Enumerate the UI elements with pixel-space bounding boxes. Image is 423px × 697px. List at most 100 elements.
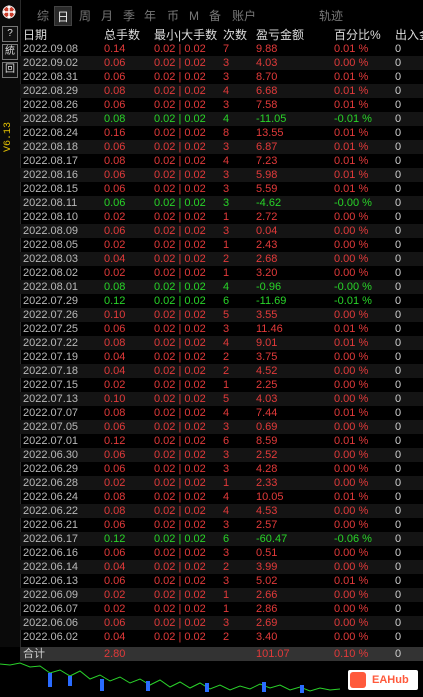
row-min-max-lots: 0.02 | 0.02 bbox=[154, 99, 206, 111]
row-total-lots: 0.08 bbox=[104, 113, 126, 125]
row-date: 2022.08.31 bbox=[23, 71, 79, 83]
row-total-lots: 0.06 bbox=[104, 197, 126, 209]
table-row: 2022.08.05 0.02 0.02 | 0.02 1 2.43 0.00 % 0 bbox=[20, 238, 423, 252]
row-count: 3 bbox=[223, 449, 230, 461]
row-min-max-lots: 0.02 | 0.02 bbox=[154, 575, 206, 587]
row-percent: 0.00 % bbox=[334, 239, 369, 251]
row-percent: -0.01 % bbox=[334, 295, 372, 307]
row-profit-loss: 7.58 bbox=[256, 99, 278, 111]
table-row: 2022.08.18 0.06 0.02 | 0.02 3 6.87 0.01 % 0 bbox=[20, 140, 423, 154]
row-date: 2022.07.22 bbox=[23, 337, 79, 349]
row-min-max-lots: 0.02 | 0.02 bbox=[154, 71, 206, 83]
row-profit-loss: 4.52 bbox=[256, 365, 278, 377]
row-count: 2 bbox=[223, 365, 230, 377]
header-total-lots: 总手数 bbox=[104, 28, 141, 42]
header-date: 日期 bbox=[23, 28, 48, 42]
table-row: 2022.08.03 0.04 0.02 | 0.02 2 2.68 0.00 % 0 bbox=[20, 252, 423, 266]
row-percent: 0.00 % bbox=[334, 57, 369, 69]
table-row: 2022.06.22 0.08 0.02 | 0.02 4 4.53 0.00 % 0 bbox=[20, 504, 423, 518]
table-row: 2022.08.11 0.06 0.02 | 0.02 3 -4.62 -0.00 % 0 bbox=[20, 196, 423, 210]
row-count: 1 bbox=[223, 477, 230, 489]
table-row: 2022.06.09 0.02 0.02 | 0.02 1 2.66 0.00 % 0 bbox=[20, 588, 423, 602]
tab-0[interactable]: 综 bbox=[34, 6, 52, 26]
row-count: 4 bbox=[223, 155, 230, 167]
row-date: 2022.06.07 bbox=[23, 603, 79, 615]
row-count: 3 bbox=[223, 547, 230, 559]
row-count: 5 bbox=[223, 393, 230, 405]
row-profit-loss: 4.53 bbox=[256, 505, 278, 517]
eahub-watermark: EAHub bbox=[348, 670, 418, 690]
tab-7[interactable]: M bbox=[187, 6, 201, 26]
row-percent: -0.00 % bbox=[334, 197, 372, 209]
row-date: 2022.07.26 bbox=[23, 309, 79, 321]
table-row: 2022.06.30 0.06 0.02 | 0.02 3 2.52 0.00 % 0 bbox=[20, 448, 423, 462]
row-min-max-lots: 0.02 | 0.02 bbox=[154, 253, 206, 265]
row-profit-loss: 5.59 bbox=[256, 183, 278, 195]
table-row: 2022.09.08 0.14 0.02 | 0.02 7 9.88 0.01 % 0 bbox=[20, 42, 423, 56]
tab-8[interactable]: 备 bbox=[206, 6, 224, 26]
row-count: 6 bbox=[223, 533, 230, 545]
row-profit-loss: 7.44 bbox=[256, 407, 278, 419]
row-percent: 0.01 % bbox=[334, 43, 369, 55]
table-row: 2022.08.31 0.06 0.02 | 0.02 3 8.70 0.01 % 0 bbox=[20, 70, 423, 84]
row-total-lots: 0.08 bbox=[104, 85, 126, 97]
table-row: 2022.06.16 0.06 0.02 | 0.02 3 0.51 0.00 % 0 bbox=[20, 546, 423, 560]
table-row: 2022.07.26 0.10 0.02 | 0.02 5 3.55 0.00 % 0 bbox=[20, 308, 423, 322]
row-deposit-withdraw: 0 bbox=[395, 491, 402, 503]
tab-5[interactable]: 年 bbox=[141, 6, 159, 26]
row-date: 2022.06.24 bbox=[23, 491, 79, 503]
row-count: 1 bbox=[223, 239, 230, 251]
row-date: 2022.08.05 bbox=[23, 239, 79, 251]
row-deposit-withdraw: 0 bbox=[395, 631, 402, 643]
stats-button[interactable]: 統 bbox=[2, 44, 18, 60]
header-count: 次数 bbox=[223, 28, 248, 42]
row-date: 2022.08.10 bbox=[23, 211, 79, 223]
row-count: 4 bbox=[223, 281, 230, 293]
row-deposit-withdraw: 0 bbox=[395, 57, 402, 69]
row-percent: 0.01 % bbox=[334, 85, 369, 97]
row-count: 4 bbox=[223, 113, 230, 125]
row-deposit-withdraw: 0 bbox=[395, 141, 402, 153]
table-row: 2022.06.17 0.12 0.02 | 0.02 6 -60.47 -0.06 % 0 bbox=[20, 532, 423, 546]
row-deposit-withdraw: 0 bbox=[395, 589, 402, 601]
total-lots: 2.80 bbox=[104, 648, 126, 660]
row-total-lots: 0.04 bbox=[104, 351, 126, 363]
row-percent: 0.01 % bbox=[334, 435, 369, 447]
row-total-lots: 0.06 bbox=[104, 617, 126, 629]
row-percent: -0.06 % bbox=[334, 533, 372, 545]
row-count: 3 bbox=[223, 169, 230, 181]
row-min-max-lots: 0.02 | 0.02 bbox=[154, 113, 206, 125]
tab-1[interactable]: 日 bbox=[54, 6, 72, 26]
row-min-max-lots: 0.02 | 0.02 bbox=[154, 617, 206, 629]
row-date: 2022.06.16 bbox=[23, 547, 79, 559]
tab-4[interactable]: 季 bbox=[120, 6, 138, 26]
row-min-max-lots: 0.02 | 0.02 bbox=[154, 225, 206, 237]
row-deposit-withdraw: 0 bbox=[395, 323, 402, 335]
row-count: 1 bbox=[223, 211, 230, 223]
row-count: 3 bbox=[223, 197, 230, 209]
row-count: 1 bbox=[223, 589, 230, 601]
period-tabs: 综日周月季年币 M 备账户 轨迹 bbox=[20, 6, 423, 26]
tab-10[interactable]: 轨迹 bbox=[316, 6, 346, 26]
restore-button[interactable]: 回 bbox=[2, 62, 18, 78]
row-min-max-lots: 0.02 | 0.02 bbox=[154, 337, 206, 349]
row-min-max-lots: 0.02 | 0.02 bbox=[154, 547, 206, 559]
row-profit-loss: 2.86 bbox=[256, 603, 278, 615]
row-percent: 0.01 % bbox=[334, 169, 369, 181]
row-profit-loss: 0.04 bbox=[256, 225, 278, 237]
table-row: 2022.07.29 0.12 0.02 | 0.02 6 -11.69 -0.01 % 0 bbox=[20, 294, 423, 308]
row-date: 2022.06.02 bbox=[23, 631, 79, 643]
row-date: 2022.08.15 bbox=[23, 183, 79, 195]
tab-6[interactable]: 币 bbox=[164, 6, 182, 26]
move-crosshair-icon[interactable] bbox=[1, 4, 17, 20]
row-min-max-lots: 0.02 | 0.02 bbox=[154, 603, 206, 615]
row-total-lots: 0.06 bbox=[104, 449, 126, 461]
total-profit-loss: 101.07 bbox=[256, 648, 290, 660]
tab-9[interactable]: 账户 bbox=[230, 6, 258, 26]
row-profit-loss: 3.99 bbox=[256, 561, 278, 573]
tab-2[interactable]: 周 bbox=[76, 6, 94, 26]
help-button[interactable]: ? bbox=[2, 26, 18, 42]
tab-3[interactable]: 月 bbox=[98, 6, 116, 26]
row-total-lots: 0.06 bbox=[104, 575, 126, 587]
row-percent: 0.01 % bbox=[334, 99, 369, 111]
